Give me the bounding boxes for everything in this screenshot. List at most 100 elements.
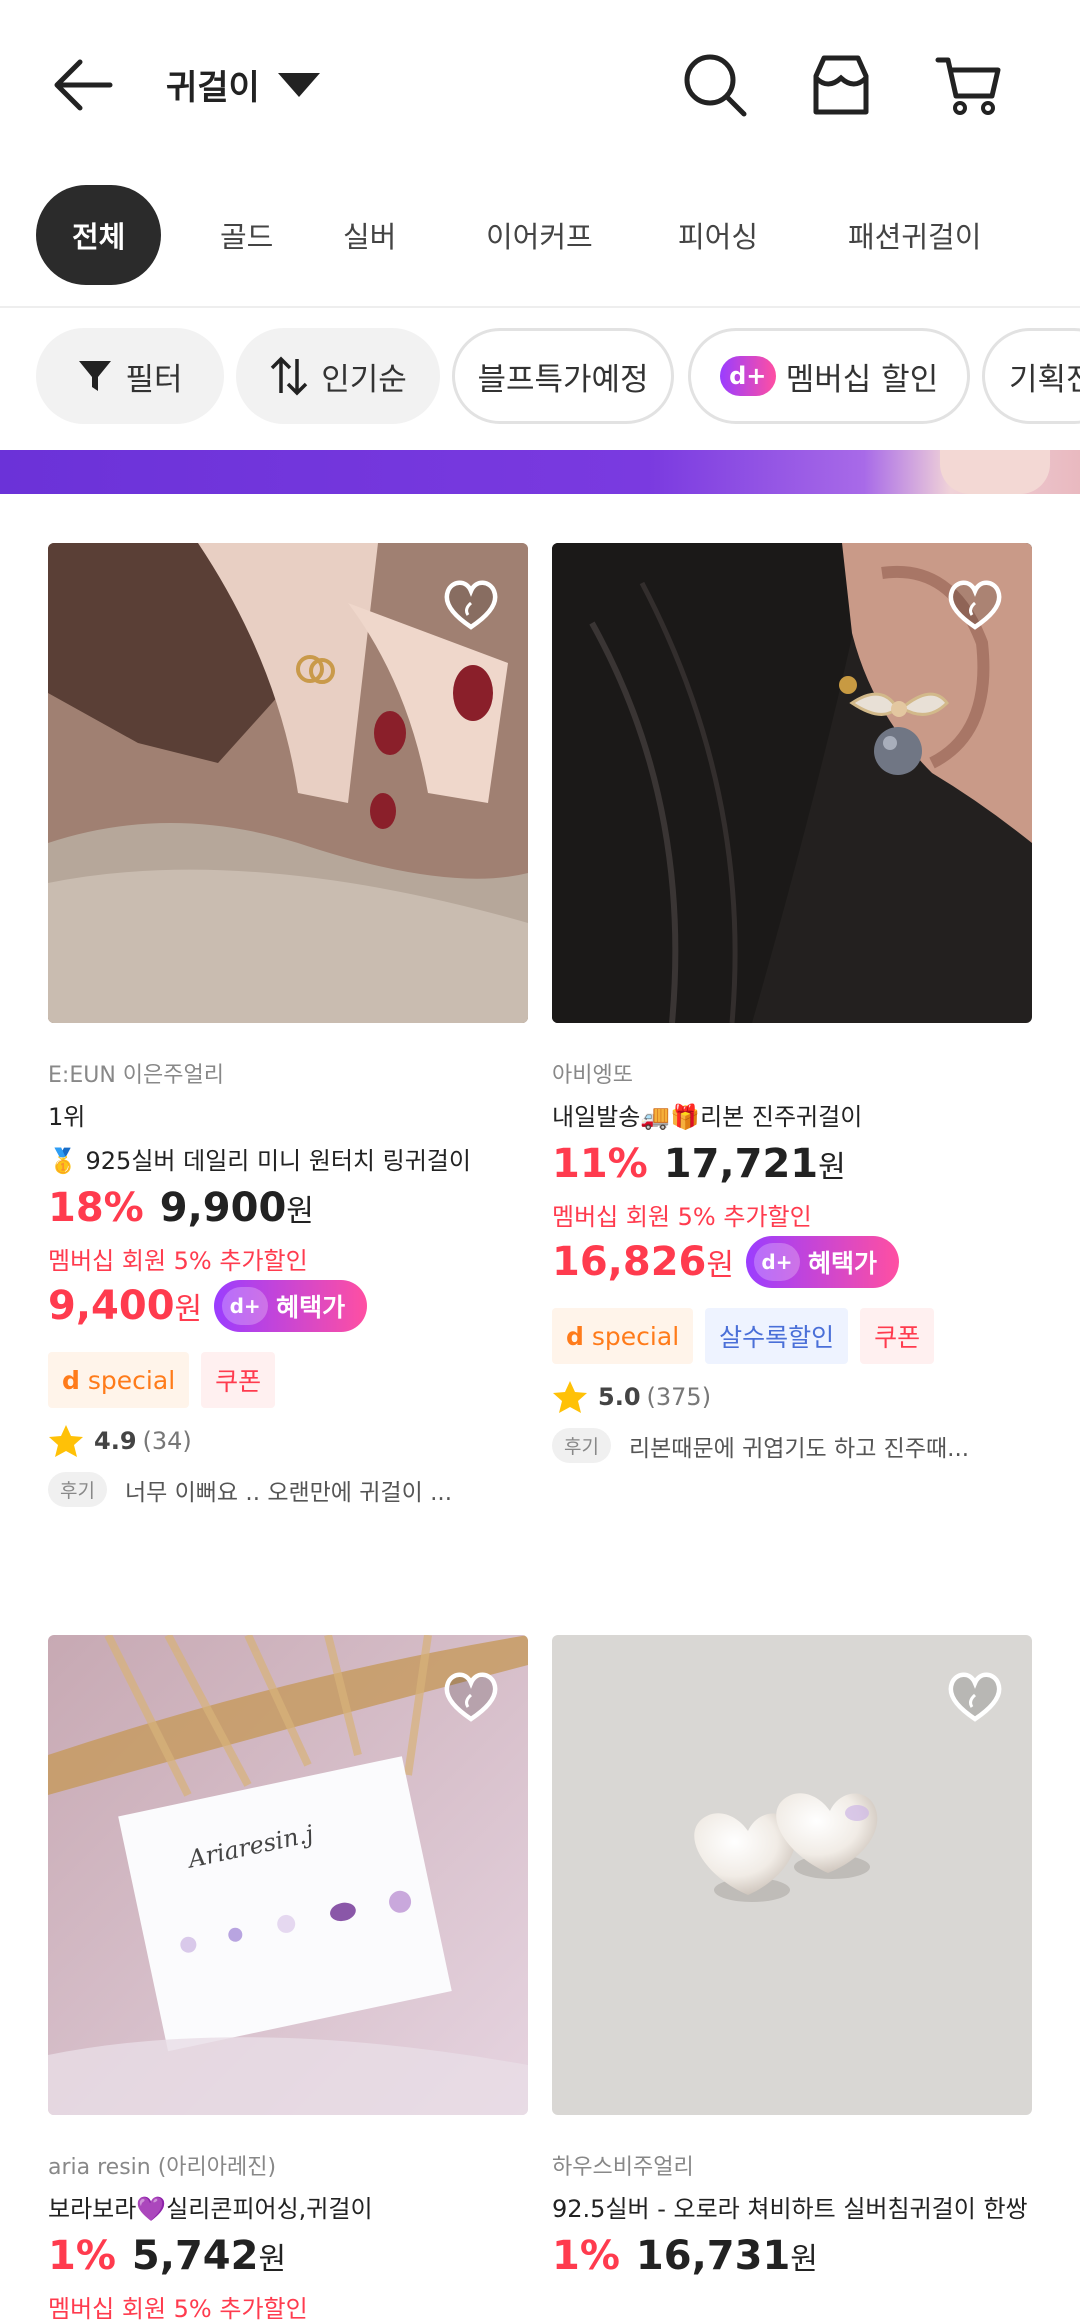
store-icon[interactable] xyxy=(806,50,876,120)
special-tag: d special xyxy=(552,1308,694,1364)
price: 16,731 xyxy=(635,2233,791,2279)
funnel-icon xyxy=(79,361,112,391)
dplus-small-icon: d xyxy=(62,1365,80,1395)
chevron-down-icon xyxy=(277,72,320,97)
product-name: 보라보라💜실리콘피어싱,귀걸이 xyxy=(48,2195,373,2223)
product-card[interactable]: Ariaresin.j aria resin (아리아레진) 보라보라💜실리콘피… xyxy=(48,1635,528,2320)
filter-bar: 필터 인기순 블프특가예정 d+ 멤버십 할인 기획전 xyxy=(0,326,1080,426)
back-arrow-icon[interactable] xyxy=(50,52,116,118)
currency-label: 원 xyxy=(174,1292,203,1327)
chip-membership-label: 멤버십 할인 xyxy=(785,361,939,398)
product-image[interactable] xyxy=(552,1635,1032,2115)
review-text: 너무 이뻐요 .. 오랜만에 귀걸이 ... xyxy=(124,1479,452,1506)
membership-dplus-icon: d+ xyxy=(222,1287,269,1325)
review-label: 후기 xyxy=(48,1472,107,1507)
chip-membership-discount[interactable]: d+ 멤버십 할인 xyxy=(688,328,970,424)
sort-arrows-icon xyxy=(270,356,308,396)
wishlist-heart-icon[interactable] xyxy=(440,573,502,635)
discount-rate: 1% xyxy=(48,2233,116,2279)
currency-label: 원 xyxy=(706,1248,734,1283)
category-title-dropdown[interactable]: 귀걸이 xyxy=(166,60,320,109)
sort-label: 인기순 xyxy=(321,361,407,398)
review-count: (34) xyxy=(142,1427,192,1455)
tab-fashion-earring[interactable]: 패션귀걸이 xyxy=(848,185,981,285)
dplus-small-icon: d xyxy=(566,1321,584,1351)
rating-score: 4.9 xyxy=(94,1427,137,1455)
store-name: 아비엥또 xyxy=(552,1063,633,1088)
currency-label: 원 xyxy=(818,1150,846,1185)
price-row: 18% 9,900 원 xyxy=(48,1185,528,1231)
member-price: 9,400 xyxy=(48,1283,175,1329)
review-text: 리본때문에 귀엽기도 하고 진주때... xyxy=(628,1435,970,1462)
star-icon xyxy=(553,1381,587,1413)
membership-dplus-icon: d+ xyxy=(753,1243,800,1281)
product-image[interactable] xyxy=(48,543,528,1023)
gesture-bar xyxy=(0,2290,1080,2320)
price: 9,900 xyxy=(159,1185,287,1231)
product-image[interactable]: Ariaresin.j xyxy=(48,1635,528,2115)
benefit-price-badge: d+ 혜택가 xyxy=(214,1280,368,1332)
review-count: (375) xyxy=(646,1383,712,1411)
discount-rate: 18% xyxy=(48,1185,144,1231)
price: 17,721 xyxy=(663,1141,819,1187)
membership-dplus-icon: d+ xyxy=(719,356,776,396)
wishlist-heart-icon[interactable] xyxy=(944,573,1006,635)
store-name: E:EUN 이은주얼리 xyxy=(48,1063,224,1088)
member-price-row: 16,826 원 d+ 혜택가 xyxy=(552,1236,1032,1288)
discount-rate: 1% xyxy=(552,2233,620,2279)
store-name: 하우스비주얼리 xyxy=(552,2155,694,2180)
rating-score: 5.0 xyxy=(598,1383,641,1411)
cart-icon[interactable] xyxy=(934,50,1004,120)
filter-button[interactable]: 필터 xyxy=(36,328,224,424)
page-title: 귀걸이 xyxy=(166,68,260,108)
divider xyxy=(0,306,1080,308)
review-label: 후기 xyxy=(552,1428,611,1463)
member-price-row: 9,400 원 d+ 혜택가 xyxy=(48,1280,528,1332)
rating-row: 4.9 (34) xyxy=(48,1424,528,1458)
promo-banner[interactable] xyxy=(0,450,1080,494)
store-name: aria resin (아리아레진) xyxy=(48,2155,277,2180)
member-price: 16,826 xyxy=(552,1239,707,1285)
tab-gold[interactable]: 골드 xyxy=(220,185,273,285)
star-icon xyxy=(49,1425,83,1457)
top-app-bar: 귀걸이 xyxy=(0,0,1080,170)
chip-preorder-sale[interactable]: 블프특가예정 xyxy=(452,328,674,424)
sort-button[interactable]: 인기순 xyxy=(236,328,440,424)
product-name: 92.5실버 - 오로라 쳐비하트 실버침귀걸이 한쌍 xyxy=(552,2195,1028,2223)
product-card[interactable]: 하우스비주얼리 92.5실버 - 오로라 쳐비하트 실버침귀걸이 한쌍 1% 1… xyxy=(552,1635,1032,2279)
price-row: 11% 17,721 원 xyxy=(552,1141,1032,1187)
price: 5,742 xyxy=(131,2233,259,2279)
tab-piercing[interactable]: 피어싱 xyxy=(678,185,758,285)
benefit-label: 혜택가 xyxy=(807,1249,877,1278)
banner-model-image xyxy=(940,450,1050,494)
discount-rate: 11% xyxy=(552,1141,648,1187)
benefit-label: 혜택가 xyxy=(276,1293,346,1322)
chip-special-plan[interactable]: 기획전 xyxy=(982,328,1080,424)
tag-list: d special 살수록할인 쿠폰 xyxy=(552,1308,1032,1364)
coupon-tag: 쿠폰 xyxy=(860,1308,935,1364)
product-card[interactable]: 아비엥또 내일발송🚚🎁리본 진주귀걸이 11% 17,721 원 멤버십 회원 … xyxy=(552,543,1032,1463)
wishlist-heart-icon[interactable] xyxy=(440,1665,502,1727)
product-name: 🥇 925실버 데일리 미니 원터치 링귀걸이 xyxy=(48,1147,471,1175)
special-tag: d special xyxy=(48,1352,190,1408)
tab-all[interactable]: 전체 xyxy=(36,185,162,285)
search-icon[interactable] xyxy=(680,50,750,120)
tab-ear-cuff[interactable]: 이어커프 xyxy=(486,185,593,285)
product-card[interactable]: E:EUN 이은주얼리 1위 🥇 925실버 데일리 미니 원터치 링귀걸이 1… xyxy=(48,543,528,1507)
product-image[interactable] xyxy=(552,543,1032,1023)
currency-label: 원 xyxy=(286,1194,314,1229)
coupon-tag: 쿠폰 xyxy=(201,1352,276,1408)
membership-note: 멤버십 회원 5% 추가할인 xyxy=(48,1247,308,1275)
membership-note: 멤버십 회원 5% 추가할인 xyxy=(552,1203,812,1231)
benefit-price-badge: d+ 혜택가 xyxy=(745,1236,899,1288)
category-tabs: 전체 골드 실버 이어커프 피어싱 패션귀걸이 xyxy=(0,183,1080,289)
price-row: 1% 16,731 원 xyxy=(552,2233,1032,2279)
volume-discount-tag: 살수록할인 xyxy=(705,1308,849,1364)
wishlist-heart-icon[interactable] xyxy=(944,1665,1006,1727)
review-preview[interactable]: 후기 너무 이뻐요 .. 오랜만에 귀걸이 ... xyxy=(48,1472,528,1507)
review-preview[interactable]: 후기 리본때문에 귀엽기도 하고 진주때... xyxy=(552,1428,1032,1463)
filter-label: 필터 xyxy=(125,361,183,398)
tag-list: d special 쿠폰 xyxy=(48,1352,528,1408)
tab-silver[interactable]: 실버 xyxy=(343,185,396,285)
rating-row: 5.0 (375) xyxy=(552,1380,1032,1414)
